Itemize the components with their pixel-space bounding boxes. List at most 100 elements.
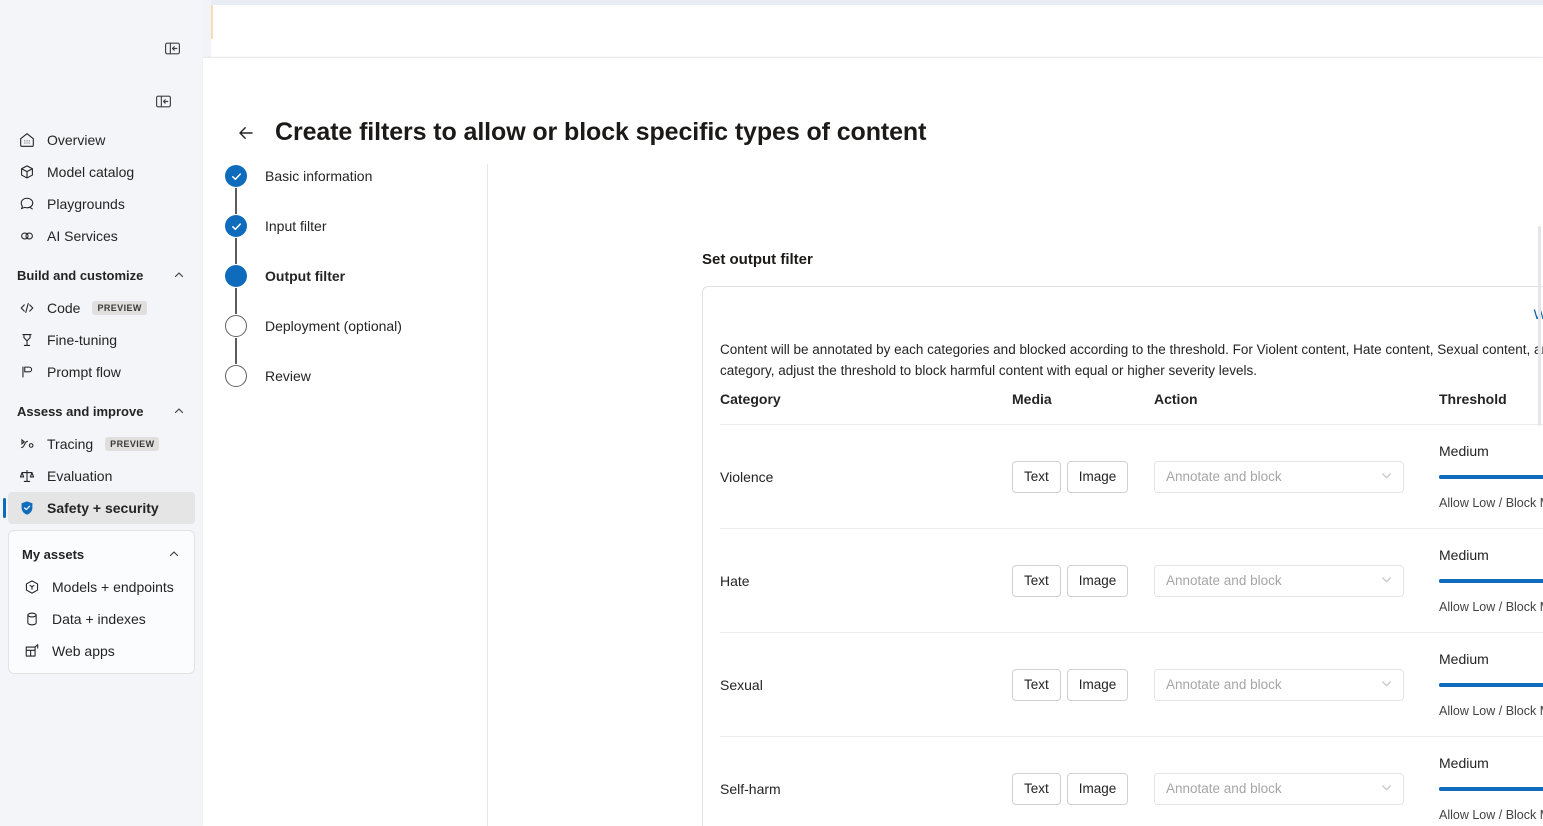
empty-step-dot-icon <box>225 315 247 337</box>
slider-fill <box>1439 579 1543 583</box>
sidebar-item-label: Playgrounds <box>47 194 125 214</box>
threshold-control: Medium Allow Low / Block Medium and High <box>1439 755 1543 822</box>
page-title: Create filters to allow or block specifi… <box>275 118 926 147</box>
current-step-dot-icon <box>225 265 247 287</box>
wizard-step-label: Review <box>265 368 311 384</box>
media-button-image[interactable]: Image <box>1067 461 1129 493</box>
threshold-control: Medium Allow Low / Block Medium and High <box>1439 443 1543 510</box>
content-filters-table: Category Media Action Threshold <box>720 391 1543 826</box>
sidebar-item-data-indexes[interactable]: Data + indexes <box>13 603 190 635</box>
media-button-image[interactable]: Image <box>1067 669 1129 701</box>
media-button-text[interactable]: Text <box>1012 565 1061 597</box>
chevron-up-icon <box>168 548 180 560</box>
webapp-icon <box>22 641 42 661</box>
box-icon <box>22 577 42 597</box>
table-body: Violence Text Image Annotate and block <box>720 425 1543 826</box>
sidebar-item-playgrounds[interactable]: Playgrounds <box>8 188 195 220</box>
sidebar-group-assess[interactable]: Assess and improve <box>8 396 195 426</box>
sidebar-item-evaluation[interactable]: Evaluation <box>8 460 195 492</box>
slider-fill <box>1439 683 1543 687</box>
sidebar-nav: Overview Model catalog <box>0 124 203 674</box>
wizard-step-output-filter[interactable]: Output filter <box>225 264 487 288</box>
media-button-image[interactable]: Image <box>1067 773 1129 805</box>
threshold-level-label: Medium <box>1439 547 1543 563</box>
sidebar-item-fine-tuning[interactable]: Fine-tuning <box>8 324 195 356</box>
section-title: Set output filter <box>702 251 813 268</box>
table-header: Category Media Action Threshold <box>720 391 1543 425</box>
shield-check-icon <box>17 498 37 518</box>
home-icon <box>17 130 37 150</box>
wizard-step-review[interactable]: Review <box>225 364 487 388</box>
threshold-slider[interactable] <box>1439 781 1543 797</box>
action-dropdown: Annotate and block <box>1154 669 1404 701</box>
sidebar-group-my-assets[interactable]: My assets <box>13 539 190 569</box>
category-label: Sexual <box>720 677 1012 693</box>
preview-badge: PREVIEW <box>105 437 159 451</box>
sidebar-group-build[interactable]: Build and customize <box>8 260 195 290</box>
sidebar-item-prompt-flow[interactable]: Prompt flow <box>8 356 195 388</box>
flow-icon <box>17 362 37 382</box>
empty-step-dot-icon <box>225 365 247 387</box>
cube-icon <box>17 162 37 182</box>
sidebar: Overview Model catalog <box>0 0 203 826</box>
category-label: Self-harm <box>720 781 1012 797</box>
sidebar-item-models-endpoints[interactable]: Models + endpoints <box>13 571 190 603</box>
sidebar-group-label: Build and customize <box>17 268 143 283</box>
output-filter-card: What are these categories Content will b… <box>702 286 1543 826</box>
vertical-scrollbar[interactable] <box>1538 226 1541 426</box>
threshold-note: Allow Low / Block Medium and High <box>1439 496 1543 510</box>
sidebar-item-ai-services[interactable]: AI Services <box>8 220 195 252</box>
chat-icon <box>17 194 37 214</box>
sidebar-item-label: Model catalog <box>47 162 134 182</box>
main-content: Create filters to allow or block specifi… <box>203 58 1543 826</box>
threshold-control: Medium Allow Low / Block Medium and High <box>1439 547 1543 614</box>
media-button-text[interactable]: Text <box>1012 773 1061 805</box>
arrow-left-icon[interactable] <box>233 120 259 146</box>
top-accent-bar <box>211 5 213 39</box>
sidebar-item-safety-security[interactable]: Safety + security <box>8 492 195 524</box>
panel-collapse-icon-top[interactable] <box>161 37 183 59</box>
panel-collapse-icon-second[interactable] <box>152 90 174 112</box>
sidebar-item-label: AI Services <box>47 226 118 246</box>
sidebar-item-overview[interactable]: Overview <box>8 124 195 156</box>
tracing-icon <box>17 434 37 454</box>
slider-fill <box>1439 787 1543 791</box>
media-toggle-group: Text Image <box>1012 565 1154 597</box>
wizard-step-input-filter[interactable]: Input filter <box>225 214 487 238</box>
category-label: Hate <box>720 573 1012 589</box>
slider-fill <box>1439 475 1543 479</box>
wizard-step-label: Basic information <box>265 168 372 184</box>
action-dropdown-value: Annotate and block <box>1166 781 1282 796</box>
sidebar-group-label: My assets <box>22 547 84 562</box>
chevron-down-icon <box>1380 573 1393 589</box>
sidebar-item-web-apps[interactable]: Web apps <box>13 635 190 667</box>
wizard-step-basic-information[interactable]: Basic information <box>225 164 487 188</box>
wizard-step-label: Output filter <box>265 268 345 284</box>
sidebar-item-label: Evaluation <box>47 466 112 486</box>
wizard-connector <box>235 238 237 264</box>
wizard-step-label: Deployment (optional) <box>265 318 402 334</box>
scales-icon <box>17 466 37 486</box>
threshold-level-label: Medium <box>1439 443 1543 459</box>
threshold-slider[interactable] <box>1439 469 1543 485</box>
media-toggle-group: Text Image <box>1012 669 1154 701</box>
sidebar-item-tracing[interactable]: Tracing PREVIEW <box>8 428 195 460</box>
action-dropdown: Annotate and block <box>1154 773 1404 805</box>
check-icon <box>225 165 247 187</box>
sidebar-item-model-catalog[interactable]: Model catalog <box>8 156 195 188</box>
sidebar-item-code[interactable]: Code PREVIEW <box>8 292 195 324</box>
threshold-slider[interactable] <box>1439 573 1543 589</box>
sidebar-item-label: Fine-tuning <box>47 330 117 350</box>
sidebar-item-label: Models + endpoints <box>52 577 174 597</box>
media-button-image[interactable]: Image <box>1067 565 1129 597</box>
sidebar-item-label: Code <box>47 298 80 318</box>
media-button-text[interactable]: Text <box>1012 461 1061 493</box>
chevron-up-icon <box>173 405 185 417</box>
links-icon <box>17 226 37 246</box>
threshold-slider[interactable] <box>1439 677 1543 693</box>
column-header-action: Action <box>1154 391 1439 425</box>
threshold-note: Allow Low / Block Medium and High <box>1439 600 1543 614</box>
top-bar <box>211 5 1543 57</box>
wizard-step-deployment[interactable]: Deployment (optional) <box>225 314 487 338</box>
media-button-text[interactable]: Text <box>1012 669 1061 701</box>
